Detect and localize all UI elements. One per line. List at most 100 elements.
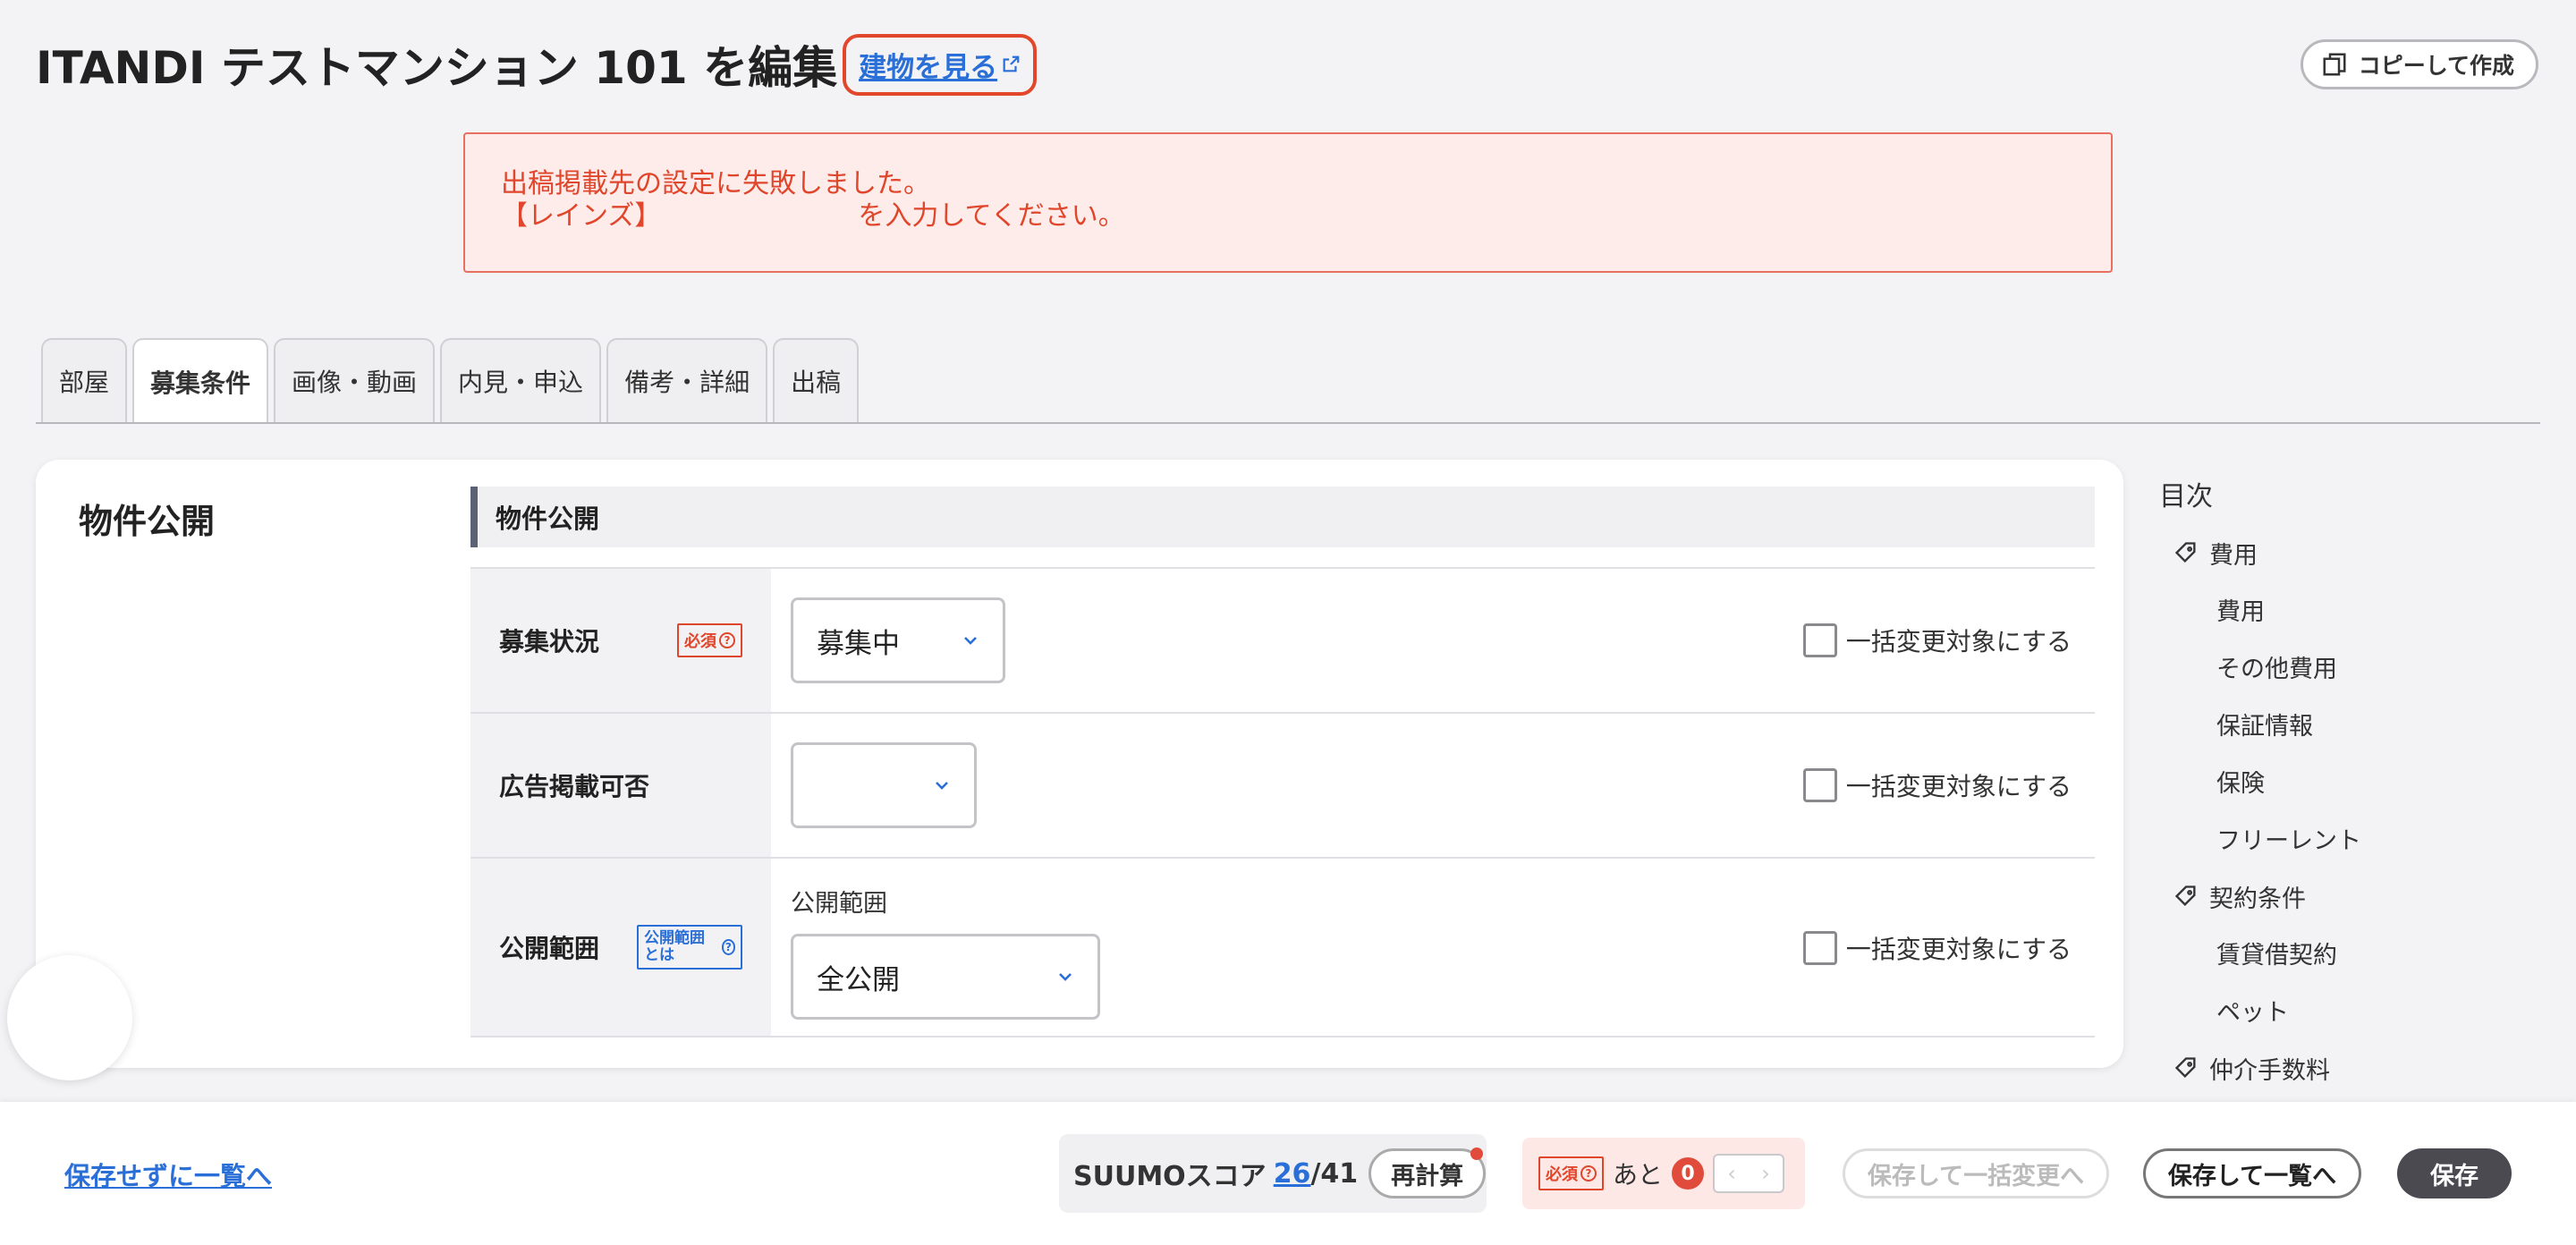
help-icon: ? [719, 632, 735, 648]
copy-icon [2323, 53, 2346, 76]
bulk-change-toggle[interactable]: 一括変更対象にする [1802, 930, 2072, 966]
bulk-change-toggle[interactable]: 一括変更対象にする [1802, 767, 2072, 803]
help-icon: ? [721, 939, 735, 955]
toc-item[interactable]: 保険 [2159, 764, 2553, 800]
bulk-change-checkbox[interactable] [1802, 931, 1837, 965]
view-building-link-wrapper[interactable]: 建物を見る [843, 33, 1038, 96]
tab-recruitment-conditions[interactable]: 募集条件 [132, 338, 269, 424]
notification-dot [1470, 1148, 1484, 1160]
error-line-1: 出稿掲載先の設定に失敗しました。 [501, 168, 930, 199]
toc-group-label: 仲介手数料 [2209, 1056, 2330, 1085]
recalculate-label: 再計算 [1391, 1162, 1464, 1190]
required-pager[interactable]: ‹ › [1713, 1154, 1785, 1193]
copy-create-button[interactable]: コピーして作成 [2300, 39, 2538, 89]
suumo-score-panel: SUUMOスコア 26 /41 再計算 [1059, 1134, 1487, 1213]
required-badge-label: 必須 [684, 632, 716, 651]
suumo-total: /41 [1310, 1157, 1359, 1190]
save-and-list-button[interactable]: 保存して一覧へ [2143, 1148, 2361, 1198]
tab-notes-details[interactable]: 備考・詳細 [606, 338, 768, 422]
error-alert: 出稿掲載先の設定に失敗しました。 【レインズ】 を入力してください。 [463, 132, 2113, 273]
toc-item[interactable]: 費用 [2159, 592, 2553, 628]
bulk-change-toggle[interactable]: 一括変更対象にする [1802, 622, 2072, 658]
chevron-left-icon[interactable]: ‹ [1727, 1161, 1736, 1186]
select-value: 募集中 [817, 627, 900, 660]
chevron-right-icon[interactable]: › [1761, 1161, 1770, 1186]
toc-item[interactable]: フリーレント [2159, 821, 2553, 857]
error-line-2-suffix: を入力してください。 [858, 200, 1125, 232]
toc-title: 目次 [2159, 481, 2213, 512]
table-of-contents: 目次 費用 費用 その他費用 保証情報 保険 フリーレント 契約条件 賃貸借契約… [2159, 474, 2553, 1107]
toc-item[interactable]: 賃貸借契約 [2159, 936, 2553, 971]
required-badge[interactable]: 必須 ? [677, 623, 742, 657]
bulk-change-label: 一括変更対象にする [1845, 772, 2072, 801]
row-body: 公開範囲 全公開 一括変更対象にする [771, 859, 2095, 1036]
recruitment-status-select[interactable]: 募集中 [791, 597, 1005, 683]
ad-availability-select[interactable] [791, 742, 977, 828]
tag-icon [2174, 542, 2196, 563]
select-value: 全公開 [817, 963, 900, 996]
page-header: ITANDI テストマンション 101 を編集 建物を見る [36, 32, 1038, 97]
error-line-2: 【レインズ】 を入力してください。 [501, 200, 2075, 233]
public-scope-help-badge[interactable]: 公開範囲とは ? [637, 925, 742, 970]
toc-group-contract[interactable]: 契約条件 [2159, 878, 2553, 914]
save-button[interactable]: 保存 [2397, 1148, 2512, 1198]
public-scope-select[interactable]: 全公開 [791, 934, 1100, 1020]
tag-icon [2174, 1057, 2196, 1078]
info-badge-label: 公開範囲とは [644, 929, 705, 964]
row-label: 公開範囲 [499, 934, 600, 963]
form-row-recruitment-status: 募集状況 必須 ? 募集中 一括変更対象にする [470, 567, 2095, 712]
copy-create-label: コピーして作成 [2358, 53, 2514, 79]
back-without-saving-link[interactable]: 保存せずに一覧へ [64, 1156, 272, 1193]
field-caption: 公開範囲 [791, 890, 887, 918]
toc-group-label: 契約条件 [2209, 885, 2306, 913]
floating-action-button[interactable] [7, 955, 132, 1080]
tag-icon [2174, 885, 2196, 906]
footer-bar: 保存せずに一覧へ SUUMOスコア 26 /41 再計算 必須 ? あと 0 ‹… [0, 1102, 2576, 1245]
toc-group-brokerage[interactable]: 仲介手数料 [2159, 1050, 2553, 1086]
row-label: 募集状況 [499, 627, 600, 656]
required-badge[interactable]: 必須 ? [1538, 1156, 1604, 1190]
toc-item[interactable]: ペット [2159, 993, 2553, 1029]
form-rows: 募集状況 必須 ? 募集中 一括変更対象にする 広告掲載可否 一括変更対象にする… [470, 567, 2095, 1038]
error-line-2-prefix: 【レインズ】 [501, 200, 662, 232]
required-remaining-panel: 必須 ? あと 0 ‹ › [1522, 1138, 1805, 1209]
chevron-down-icon [936, 782, 948, 790]
tab-images-videos[interactable]: 画像・動画 [274, 338, 436, 422]
bulk-change-checkbox[interactable] [1802, 768, 1837, 802]
remaining-label: あと [1613, 1160, 1664, 1190]
external-link-icon [1003, 55, 1020, 72]
property-publish-card: 物件公開 物件公開 募集状況 必須 ? 募集中 一括変更対象にする 広告掲載可否… [36, 460, 2123, 1068]
row-label-cell: 募集状況 必須 ? [470, 569, 771, 712]
tab-viewing-application[interactable]: 内見・申込 [440, 338, 602, 422]
form-row-ad-availability: 広告掲載可否 一括変更対象にする [470, 712, 2095, 857]
toc-group-fees[interactable]: 費用 [2159, 535, 2553, 571]
toc-group-label: 費用 [2209, 541, 2258, 570]
chevron-down-icon [964, 637, 977, 645]
row-body: 募集中 一括変更対象にする [771, 569, 2095, 712]
suumo-score[interactable]: 26 [1274, 1158, 1311, 1190]
bulk-change-label: 一括変更対象にする [1845, 935, 2072, 964]
row-body: 一括変更対象にする [771, 714, 2095, 857]
bulk-change-checkbox[interactable] [1802, 623, 1837, 657]
row-label-cell: 公開範囲 公開範囲とは ? [470, 859, 771, 1036]
view-building-link[interactable]: 建物を見る [859, 45, 997, 85]
bulk-change-label: 一括変更対象にする [1845, 627, 2072, 656]
required-badge-label: 必須 [1546, 1165, 1578, 1184]
suumo-label: SUUMOスコア [1073, 1161, 1267, 1192]
form-row-public-scope: 公開範囲 公開範囲とは ? 公開範囲 全公開 一括変更対象にする [470, 857, 2095, 1038]
recalculate-button[interactable]: 再計算 [1368, 1148, 1487, 1198]
tab-bar: 部屋 募集条件 画像・動画 内見・申込 備考・詳細 出稿 [41, 338, 860, 424]
card-title: 物件公開 [79, 502, 216, 541]
tab-room[interactable]: 部屋 [41, 338, 128, 422]
save-and-bulk-change-button[interactable]: 保存して一括変更へ [1843, 1148, 2109, 1198]
tabs-divider [36, 422, 2540, 424]
toc-item[interactable]: 保証情報 [2159, 707, 2553, 742]
toc-item[interactable]: その他費用 [2159, 649, 2553, 685]
page-title: ITANDI テストマンション 101 を編集 [36, 42, 838, 94]
chevron-down-icon [1059, 973, 1072, 981]
help-icon: ? [1580, 1165, 1597, 1181]
tab-publish[interactable]: 出稿 [773, 338, 860, 422]
section-heading: 物件公開 [470, 487, 2095, 547]
remaining-count: 0 [1672, 1157, 1705, 1190]
row-label-cell: 広告掲載可否 [470, 714, 771, 857]
